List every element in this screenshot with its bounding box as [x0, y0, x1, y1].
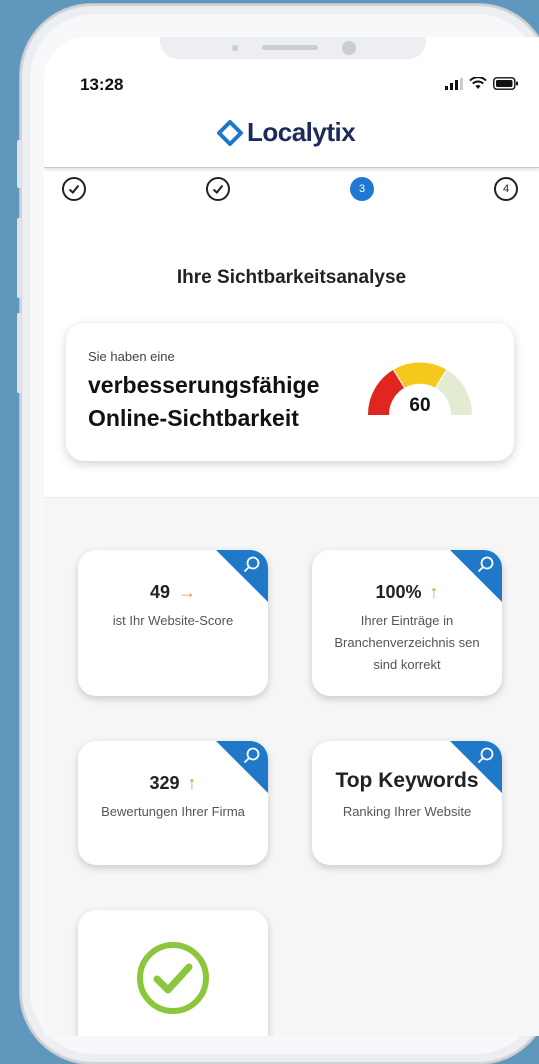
- gauge-score: 60: [409, 395, 430, 416]
- battery-icon: [493, 77, 518, 90]
- speaker-grille: [262, 45, 318, 50]
- reviews-value: 329 ↑: [78, 773, 268, 794]
- directory-entries-value: 100% ↑: [312, 582, 502, 603]
- completed-tile[interactable]: [78, 910, 268, 1036]
- visibility-summary-card: Sie haben eine verbesserungsfähige Onlin…: [66, 323, 514, 461]
- directory-entries-label: Ihrer Einträge in Branchenverzeichnis se…: [334, 613, 480, 672]
- top-keywords-title: Top Keywords: [335, 769, 479, 792]
- top-keywords-tile[interactable]: Top Keywords Ranking Ihrer Website: [312, 741, 502, 865]
- step-4-upcoming[interactable]: 4: [494, 177, 518, 201]
- magnifier-icon: [243, 747, 260, 764]
- website-score-value: 49 →: [78, 582, 268, 603]
- front-camera: [342, 41, 356, 55]
- arrow-up-icon: ↑: [429, 582, 439, 602]
- wifi-icon: [469, 77, 487, 89]
- logo-diamond-icon: [217, 119, 243, 146]
- visibility-gauge: 60: [367, 362, 473, 416]
- volume-down-button: [17, 313, 23, 393]
- signal-icon: [445, 77, 463, 90]
- status-icons: [445, 77, 519, 90]
- check-circle-icon: [137, 942, 209, 1014]
- status-time: 13:28: [80, 75, 124, 94]
- visibility-intro-text: Sie haben eine: [88, 349, 175, 364]
- mute-switch: [17, 140, 23, 188]
- brand-name: Localytix: [247, 117, 356, 147]
- website-score-tile[interactable]: 49 → ist Ihr Website-Score: [78, 550, 268, 696]
- tile-number: 49: [149, 582, 171, 602]
- metrics-area: 49 → ist Ihr Website-Score 100% ↑ Ihrer Ei…: [44, 497, 539, 1036]
- magnifier-icon: [243, 556, 260, 573]
- arrow-up-icon: ↑: [187, 773, 197, 793]
- step-1-complete[interactable]: [62, 177, 86, 201]
- brand-logo[interactable]: Localytix: [217, 117, 356, 148]
- visibility-rating: verbesserungsfähige Online-Sichtbarkeit: [88, 372, 320, 431]
- arrow-right-icon: →: [178, 582, 197, 602]
- progress-stepper: 3 4: [44, 177, 539, 209]
- gauge-segment-yellow: [394, 362, 446, 388]
- checkmark-icon: [68, 184, 80, 194]
- top-keywords-label: Ranking Ihrer Website: [342, 804, 472, 819]
- reviews-label: Bewertungen Ihrer Firma: [101, 804, 245, 819]
- magnifier-icon: [477, 556, 494, 573]
- sensor-dot: [232, 45, 238, 51]
- checkmark-icon: [212, 184, 224, 194]
- section-title: Ihre Sichtbarkeitsanalyse: [176, 267, 407, 288]
- app-header: Localytix: [44, 107, 539, 168]
- magnifier-icon: [477, 747, 494, 764]
- tile-number: 329: [149, 773, 180, 793]
- website-score-label: ist Ihr Website-Score: [112, 613, 234, 628]
- reviews-tile[interactable]: 329 ↑ Bewertungen Ihrer Firma: [78, 741, 268, 865]
- directory-entries-tile[interactable]: 100% ↑ Ihrer Einträge in Branchenverzeich…: [312, 550, 502, 696]
- volume-up-button: [17, 218, 23, 298]
- tile-number: 100%: [375, 582, 422, 602]
- app-screen: 13:28 Localytix 3 4 Ihre Sichtbarkeitsan…: [44, 37, 539, 1036]
- step-2-complete[interactable]: [206, 177, 230, 201]
- notch: [160, 37, 426, 59]
- step-3-current[interactable]: 3: [350, 177, 374, 201]
